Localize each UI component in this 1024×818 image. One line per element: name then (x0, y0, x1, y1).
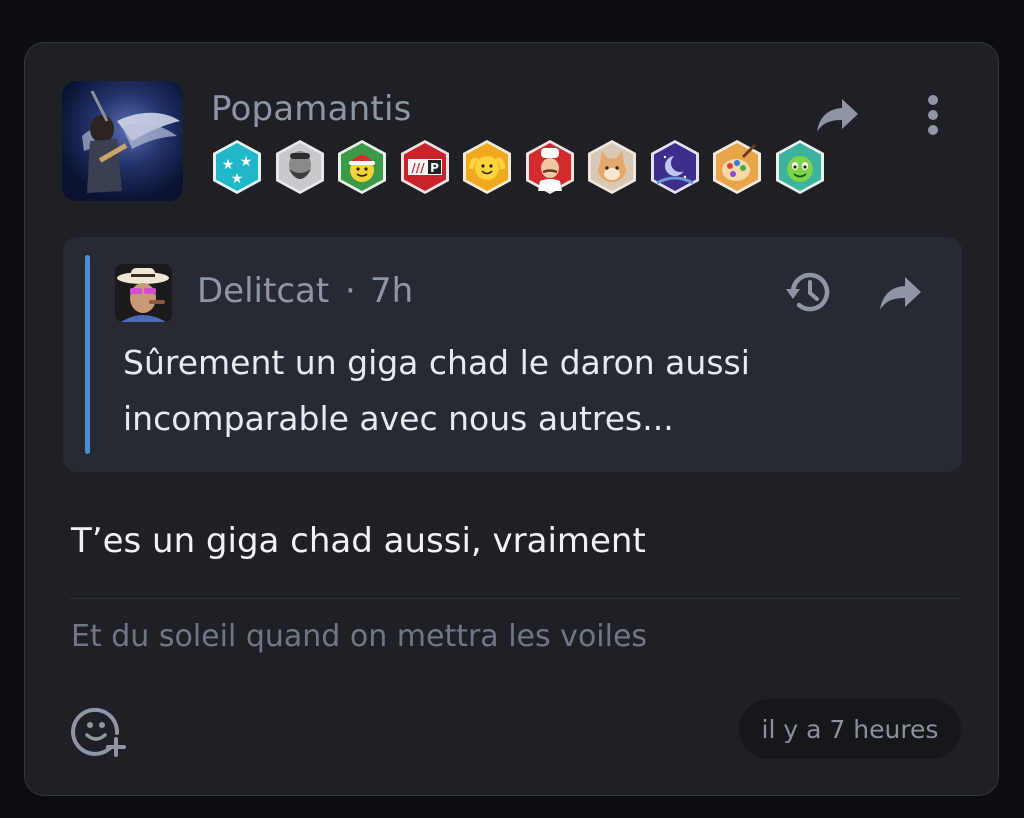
cat-badge-icon[interactable] (586, 139, 638, 195)
stars-badge-icon[interactable]: ★ ★ ★ (211, 139, 263, 195)
history-icon[interactable] (783, 267, 837, 317)
quote-accent-bar (85, 255, 90, 454)
signature-divider (71, 598, 962, 599)
svg-text:P: P (430, 161, 439, 175)
quote-time: 7h (370, 271, 414, 311)
cheering-smiley-badge-icon[interactable] (461, 139, 513, 195)
author-avatar[interactable] (62, 81, 183, 201)
post-timestamp: il y a 7 heures (739, 699, 961, 759)
moon-badge-icon[interactable] (649, 139, 701, 195)
chef-badge-icon[interactable] (524, 139, 576, 195)
post-body: T’es un giga chad aussi, vraiment (71, 521, 646, 561)
author-name[interactable]: Popamantis (211, 89, 412, 129)
bearded-man-badge-icon[interactable] (274, 139, 326, 195)
share-icon[interactable] (814, 93, 862, 137)
quote-text: Sûrement un giga chad le daron aussi inc… (123, 343, 750, 438)
green-smiley-badge-icon[interactable] (774, 139, 826, 195)
quote-share-icon[interactable] (874, 269, 928, 317)
svg-text:★: ★ (231, 171, 244, 187)
badge-list: ★ ★ ★ /// P (211, 139, 826, 195)
quote-author-name[interactable]: Delitcat (197, 271, 329, 311)
palette-badge-icon[interactable] (711, 139, 763, 195)
svg-text:///: /// (411, 161, 425, 175)
christmas-smiley-badge-icon[interactable] (336, 139, 388, 195)
post-card: Popamantis ★ ★ ★ /// P Delitcat · 7h Sûr… (24, 42, 999, 796)
p-logo-badge-icon[interactable]: /// P (399, 139, 451, 195)
more-vertical-icon[interactable] (913, 91, 953, 139)
quote-separator: · (345, 271, 356, 311)
post-signature: Et du soleil quand on mettra les voiles (71, 619, 648, 654)
quote-author-avatar[interactable] (115, 264, 172, 322)
add-reaction-icon[interactable] (69, 701, 129, 759)
svg-text:★: ★ (240, 154, 253, 170)
quoted-message[interactable]: Delitcat · 7h Sûrement un giga chad le d… (63, 237, 962, 472)
